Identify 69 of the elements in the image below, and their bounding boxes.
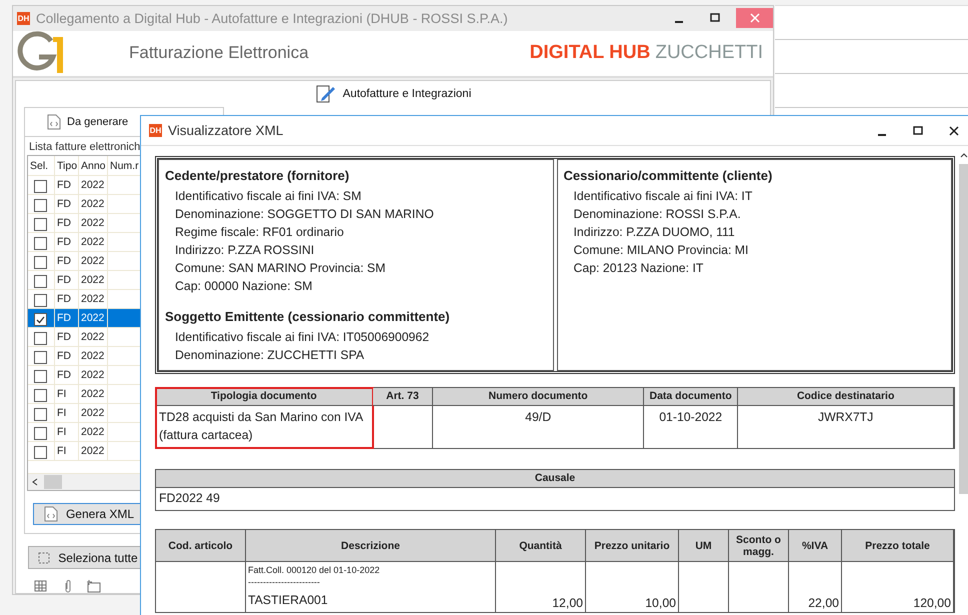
window-title: Collegamento a Digital Hub - Autofatture e Integrazioni (DHUB - ROSSI S.P.A.)	[36, 10, 509, 26]
column-header: %IVA	[789, 530, 842, 562]
table-cell: FI	[55, 385, 79, 403]
dashed-rule: ------------------------	[248, 577, 321, 587]
table-cell: FD	[55, 195, 79, 213]
table-cell: 2022	[79, 328, 108, 346]
table-cell: FD	[55, 347, 79, 365]
table-cell: 2022	[79, 271, 108, 289]
column-header: Tipologia documento	[156, 388, 372, 406]
table-cell: FD	[55, 290, 79, 308]
table-cell-text: FD2022 49	[158, 490, 221, 507]
column-header: Codice destinatario	[738, 388, 953, 406]
table-cell-text: 49/D	[524, 409, 552, 426]
group-legend: Lista fatture elettronich	[29, 141, 219, 153]
table-cell: 10,00	[586, 562, 679, 612]
detail-line: Indirizzo: P.ZZA DUOMO, 111	[572, 224, 736, 241]
table-cell: 12,00	[496, 562, 586, 612]
brand-name: DIGITAL HUB	[530, 42, 650, 64]
table-cell-text: JWRX7TJ	[816, 409, 874, 426]
table-cell: FD	[55, 328, 79, 346]
table-cell: 2022	[79, 176, 108, 194]
column-header: Numero documento	[433, 388, 643, 406]
dialog-title: Visualizzatore XML	[168, 123, 284, 138]
table-cell: 2022	[79, 423, 108, 441]
column-header: Prezzo totale	[842, 530, 954, 562]
table-cell: FI	[55, 423, 79, 441]
detail-line: Denominazione: ROSSI S.P.A.	[572, 206, 742, 223]
table-cell: 2022	[79, 442, 108, 460]
table-cell: 2022	[79, 195, 108, 213]
table-cell: 2022	[79, 385, 108, 403]
app-badge: DH	[17, 12, 30, 25]
table-cell: FI	[55, 442, 79, 460]
description-note: Fatt.Coll. 000120 del 01-10-2022	[248, 565, 381, 575]
section-heading: Cessionario/committente (cliente)	[564, 168, 774, 183]
table-cell: FI	[55, 404, 79, 422]
column-header: Descrizione	[246, 530, 496, 562]
column-header: UM	[679, 530, 729, 562]
table-cell: FD	[55, 309, 79, 327]
detail-line: Cap: 20123 Nazione: IT	[572, 260, 704, 277]
column-header: Causale	[156, 470, 954, 488]
table-cell: FD	[55, 176, 79, 194]
table-cell: 2022	[79, 214, 108, 232]
table-cell: 2022	[79, 233, 108, 251]
header-title: Fatturazione Elettronica	[129, 43, 310, 64]
table-cell: FD	[55, 252, 79, 270]
table-cell: 2022	[79, 366, 108, 384]
column-header: Data documento	[644, 388, 738, 406]
table-cell: FD	[55, 214, 79, 232]
table-cell: FD	[55, 271, 79, 289]
table-cell: 2022	[79, 252, 108, 270]
table-cell: 120,00	[842, 562, 954, 612]
table-cell: 2022	[79, 404, 108, 422]
brand-suffix: ZUCCHETTI	[655, 42, 763, 64]
table-cell: FD	[55, 233, 79, 251]
column-header: Prezzo unitario	[586, 530, 679, 562]
column-header: Sconto o magg.	[729, 530, 789, 562]
app-badge: DH	[149, 124, 162, 137]
table-cell: 2022	[79, 347, 108, 365]
table-cell-text: 01-10-2022	[658, 409, 724, 426]
column-header: Cod. articolo	[156, 530, 246, 562]
table-cell: 22,00	[789, 562, 842, 612]
column-header: Art. 73	[372, 388, 432, 406]
column-header: Quantità	[496, 530, 586, 562]
table-cell: 2022	[79, 309, 108, 327]
table-cell: FD	[55, 366, 79, 384]
table-cell-text: TASTIERA001	[248, 593, 329, 607]
detail-line: Identificativo fiscale ai fini IVA: IT	[572, 188, 754, 205]
table-cell: 2022	[79, 290, 108, 308]
detail-line: Comune: MILANO Provincia: MI	[572, 242, 750, 259]
